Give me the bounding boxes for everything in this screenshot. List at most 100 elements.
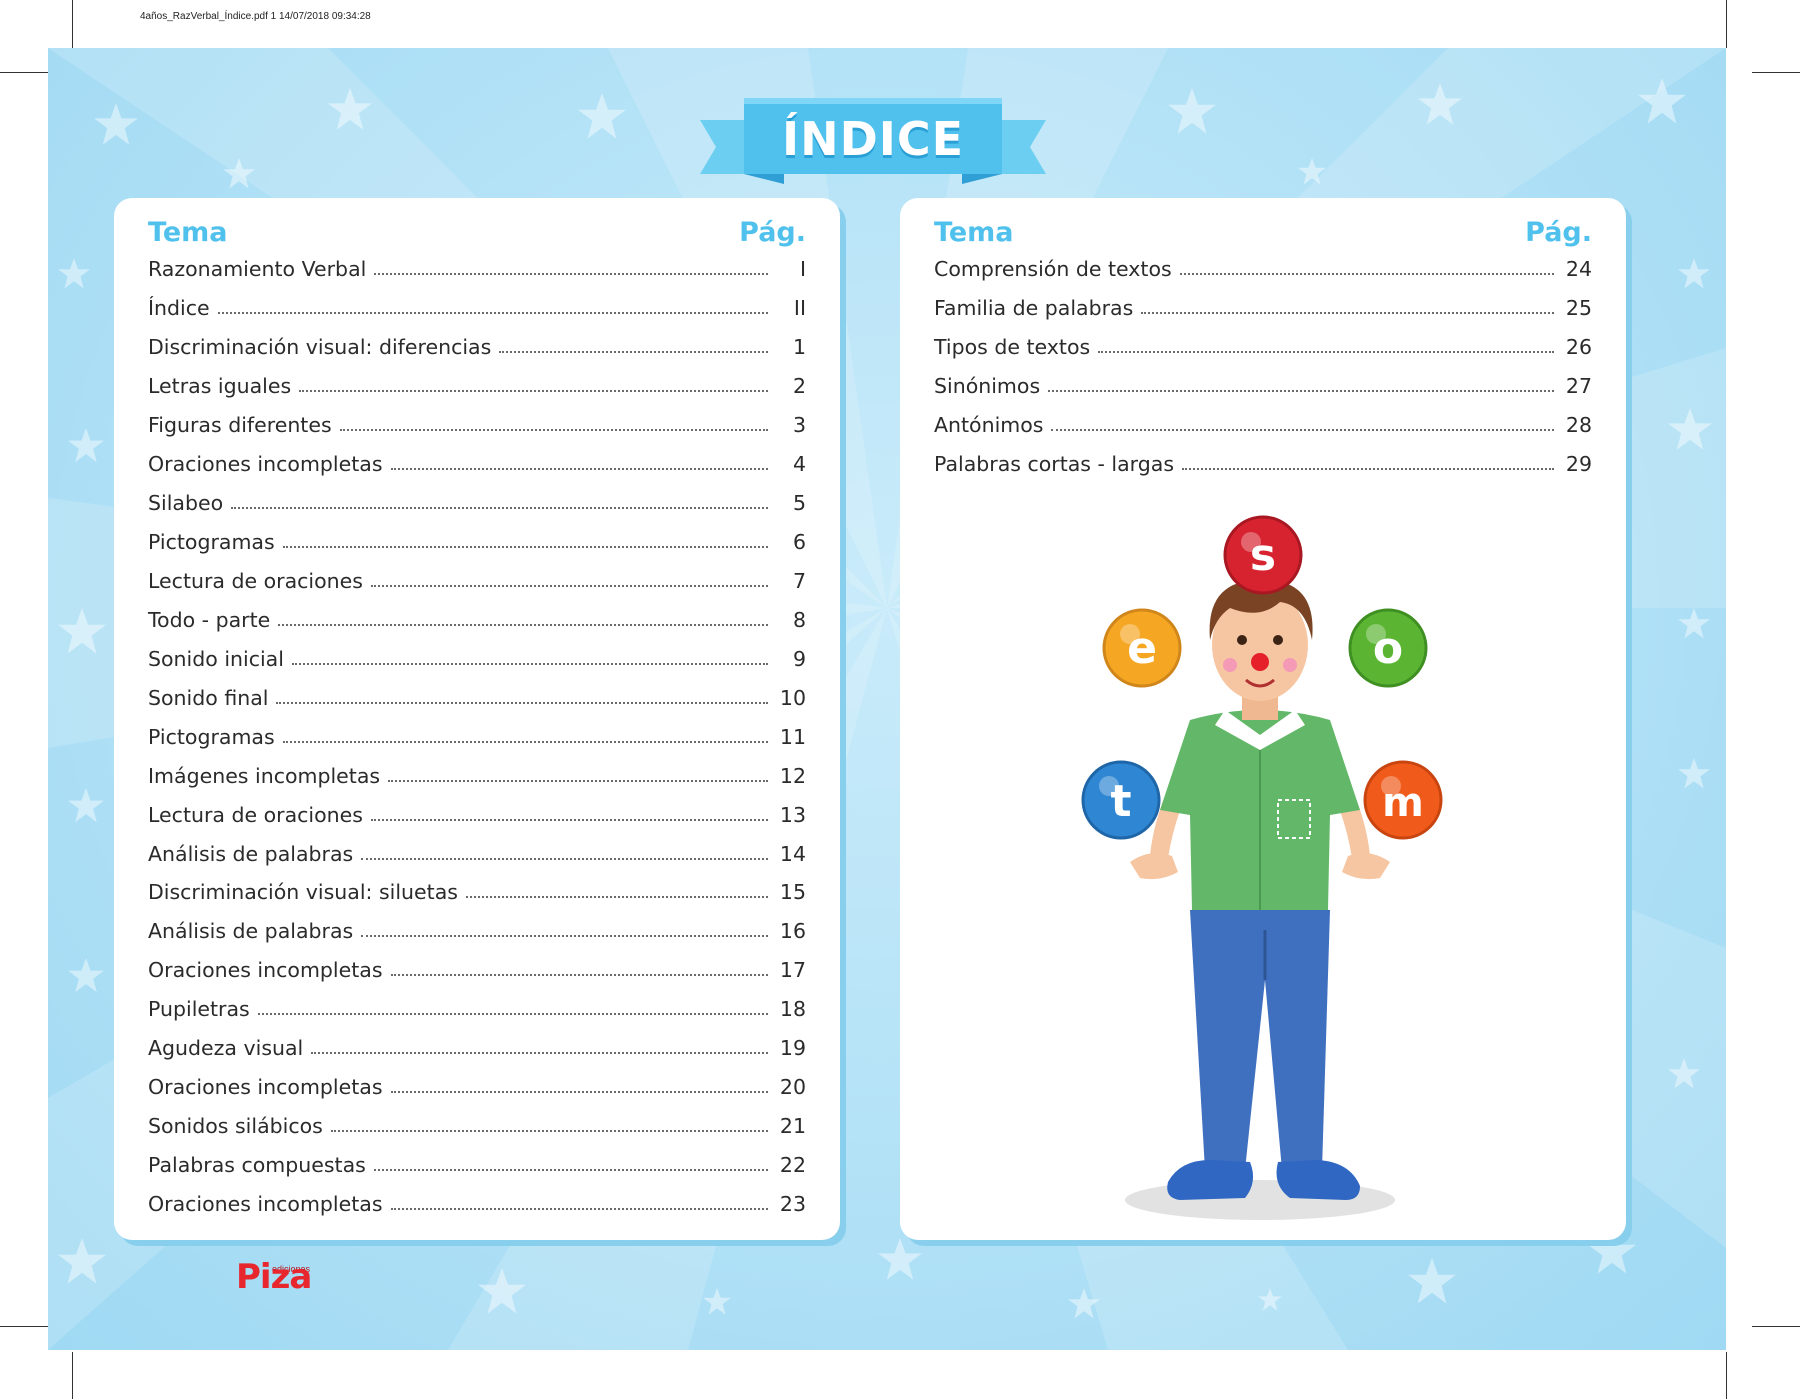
index-row: Todo - parte 8 — [148, 600, 806, 639]
dot-leader — [1182, 468, 1554, 471]
dot-leader — [370, 818, 768, 821]
row-page-number: 19 — [779, 1036, 806, 1061]
index-row: Palabras cortas - largas 29 — [934, 445, 1592, 484]
index-row: Agudeza visual 19 — [148, 1029, 806, 1068]
row-topic: Oraciones incompletas — [148, 452, 383, 477]
row-topic: Índice — [148, 296, 210, 321]
crop-mark — [72, 0, 73, 48]
row-topic: Tipos de textos — [934, 335, 1091, 360]
row-topic: Agudeza visual — [148, 1036, 304, 1061]
index-row: Tipos de textos 26 — [934, 328, 1592, 367]
letter-ball-m: m — [1363, 760, 1443, 840]
crop-mark — [1726, 0, 1727, 48]
header-topic: Tema — [934, 216, 1014, 248]
row-topic: Letras iguales — [148, 374, 292, 399]
index-row: Palabras compuestas 22 — [148, 1146, 806, 1185]
table-header: Tema Pág. — [934, 212, 1592, 252]
row-page-number: I — [799, 257, 806, 282]
row-topic: Silabeo — [148, 491, 224, 516]
row-topic: Lectura de oraciones — [148, 568, 363, 593]
row-page-number: 2 — [792, 374, 806, 399]
header-page: Pág. — [1525, 216, 1592, 248]
ball-letter: e — [1127, 623, 1157, 674]
row-page-number: 25 — [1565, 296, 1592, 321]
row-page-number: 24 — [1565, 257, 1592, 282]
index-row: Índice II — [148, 289, 806, 328]
crop-mark — [0, 72, 48, 73]
dot-leader — [311, 1052, 768, 1055]
row-page-number: 12 — [779, 763, 806, 788]
dot-leader — [499, 351, 768, 354]
dot-leader — [373, 1169, 768, 1172]
index-row: Discriminación visual: diferencias 1 — [148, 328, 806, 367]
index-row: Imágenes incompletas 12 — [148, 756, 806, 795]
index-row: Oraciones incompletas 20 — [148, 1068, 806, 1107]
index-table-left: Tema Pág. Razonamiento Verbal I Índice II Di… — [114, 198, 840, 1240]
row-page-number: 6 — [792, 530, 806, 555]
row-page-number: 27 — [1565, 374, 1592, 399]
crop-mark — [0, 1326, 48, 1327]
index-row: Pictogramas 6 — [148, 523, 806, 562]
dot-leader — [1179, 273, 1554, 276]
page-title: ÍNDICE — [781, 112, 965, 166]
row-topic: Comprensión de textos — [934, 257, 1172, 282]
crop-mark — [1752, 1326, 1800, 1327]
row-page-number: 16 — [779, 919, 806, 944]
index-row: Discriminación visual: siluetas 15 — [148, 873, 806, 912]
ball-letter: t — [1110, 776, 1131, 827]
juggling-boy-illustration: s e o t m — [1081, 515, 1443, 1220]
row-topic: Lectura de oraciones — [148, 802, 363, 827]
row-topic: Oraciones incompletas — [148, 1191, 383, 1216]
letter-ball-t: t — [1081, 760, 1161, 840]
row-page-number: 26 — [1565, 335, 1592, 360]
crop-mark — [72, 1352, 73, 1399]
index-row: Razonamiento Verbal I — [148, 250, 806, 289]
dot-leader — [339, 429, 768, 432]
index-row: Antónimos 28 — [934, 406, 1592, 445]
ball-letter: m — [1382, 780, 1424, 826]
row-page-number: 3 — [792, 413, 806, 438]
index-row: Oraciones incompletas 23 — [148, 1185, 806, 1224]
row-topic: Familia de palabras — [934, 296, 1134, 321]
crop-mark — [1752, 72, 1800, 73]
row-topic: Imágenes incompletas — [148, 763, 381, 788]
row-topic: Sonido final — [148, 685, 269, 710]
dot-leader — [374, 273, 768, 276]
publisher-logo: Piza — [236, 1257, 312, 1297]
row-page-number: 28 — [1565, 413, 1592, 438]
dot-leader — [390, 1091, 768, 1094]
index-row: Sonido final 10 — [148, 678, 806, 717]
dot-leader — [299, 390, 768, 393]
header-topic: Tema — [148, 216, 228, 248]
row-page-number: 4 — [792, 452, 806, 477]
index-row: Letras iguales 2 — [148, 367, 806, 406]
row-page-number: 5 — [792, 491, 806, 516]
dot-leader — [1141, 312, 1554, 315]
dot-leader — [231, 507, 768, 510]
dot-leader — [465, 896, 768, 899]
index-row: Oraciones incompletas 4 — [148, 445, 806, 484]
index-row: Familia de palabras 25 — [934, 289, 1592, 328]
row-topic: Palabras compuestas — [148, 1153, 366, 1178]
ball-letter: o — [1373, 623, 1403, 674]
row-topic: Pictogramas — [148, 530, 275, 555]
row-topic: Palabras cortas - largas — [934, 452, 1174, 477]
letter-ball-e: e — [1102, 608, 1182, 688]
row-page-number: II — [793, 296, 806, 321]
row-topic: Sinónimos — [934, 374, 1041, 399]
dot-leader — [1048, 390, 1554, 393]
row-page-number: 14 — [779, 841, 806, 866]
row-topic: Sonidos silábicos — [148, 1114, 323, 1139]
dot-leader — [388, 779, 768, 782]
index-row: Análisis de palabras 14 — [148, 834, 806, 873]
row-topic: Oraciones incompletas — [148, 958, 383, 983]
row-topic: Discriminación visual: siluetas — [148, 880, 458, 905]
dot-leader — [276, 701, 768, 704]
row-topic: Pupiletras — [148, 997, 250, 1022]
row-page-number: 17 — [779, 958, 806, 983]
row-topic: Todo - parte — [148, 607, 271, 632]
dot-leader — [370, 584, 768, 587]
index-row: Oraciones incompletas 17 — [148, 951, 806, 990]
row-page-number: 23 — [779, 1191, 806, 1216]
letter-ball-o: o — [1348, 608, 1428, 688]
